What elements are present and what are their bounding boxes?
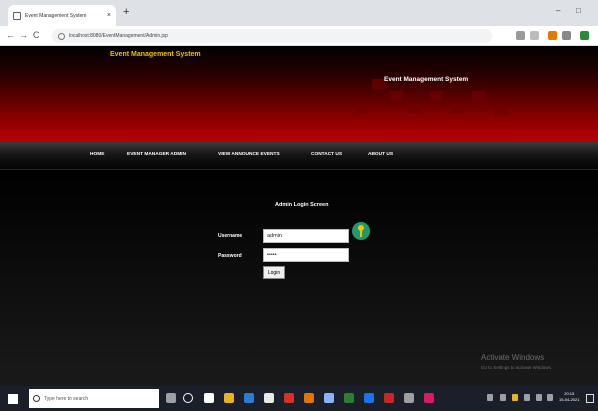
browser-tab-bar: Event Management System × + – □: [0, 0, 598, 26]
star-icon[interactable]: [530, 31, 539, 40]
task-view-icon[interactable]: [183, 393, 193, 403]
password-input[interactable]: [263, 248, 349, 262]
activation-watermark-text: Go to Settings to activate Windows.: [481, 365, 553, 370]
search-placeholder: Type here to search: [44, 395, 89, 402]
header-pattern: [472, 91, 485, 101]
header-pattern: [356, 103, 369, 113]
username-input[interactable]: [263, 229, 349, 243]
taskbar-clock[interactable]: 20:15 15-04-2021: [559, 391, 579, 403]
windows-taskbar: Type here to search 20:15 15-04-2021: [0, 386, 598, 411]
main-content: Admin Login Screen Username Password Log…: [0, 171, 598, 386]
page-icon: [13, 11, 21, 20]
header-pattern: [430, 91, 443, 101]
app-icon[interactable]: [424, 393, 434, 403]
main-nav: HOME EVENT MANAGER ADMIN VIEW ANNOUNCE E…: [0, 142, 598, 170]
key-icon[interactable]: [516, 31, 525, 40]
profile-icon[interactable]: [580, 31, 589, 40]
people-icon[interactable]: [487, 394, 493, 401]
store-icon[interactable]: [204, 393, 214, 403]
nav-home[interactable]: HOME: [90, 152, 104, 157]
extension-icon[interactable]: [548, 31, 557, 40]
tab-title: Event Management System: [25, 12, 87, 19]
app-icon[interactable]: [344, 393, 354, 403]
file-explorer-icon[interactable]: [224, 393, 234, 403]
nav-event-manager-admin[interactable]: EVENT MANAGER ADMIN: [127, 152, 186, 157]
edge-icon[interactable]: [244, 393, 254, 403]
word-icon[interactable]: [364, 393, 374, 403]
header-pattern: [408, 103, 421, 113]
username-label: Username: [218, 233, 243, 239]
header-pattern: [390, 91, 403, 101]
volume-icon[interactable]: [536, 394, 542, 401]
app-icon[interactable]: [284, 393, 294, 403]
microphone-icon[interactable]: [166, 393, 176, 403]
extension-icon[interactable]: [562, 31, 571, 40]
forward-button[interactable]: →: [19, 30, 28, 40]
maximize-button[interactable]: □: [576, 6, 581, 15]
key-icon: [352, 222, 370, 240]
back-button[interactable]: ←: [6, 30, 15, 40]
info-icon[interactable]: [58, 32, 65, 40]
minimize-button[interactable]: –: [556, 6, 560, 15]
taskbar-search[interactable]: Type here to search: [29, 389, 159, 408]
battery-icon[interactable]: [512, 394, 518, 401]
chevron-up-icon[interactable]: [500, 394, 506, 401]
login-heading: Admin Login Screen: [275, 202, 329, 208]
notification-icon[interactable]: [586, 394, 594, 403]
search-icon: [33, 395, 40, 402]
browser-toolbar: ← → C localhost:8080/EventManagement/Adm…: [0, 26, 598, 46]
address-bar[interactable]: localhost:8080/EventManagement/Admin.jsp: [52, 29, 492, 43]
header-pattern: [450, 103, 463, 113]
nav-about-us[interactable]: ABOUT US: [368, 152, 393, 157]
nav-view-announce-events[interactable]: VIEW ANNOUNCE EVENTS: [218, 152, 280, 157]
site-banner-title: Event Management System: [384, 76, 469, 83]
close-icon[interactable]: ×: [107, 12, 111, 19]
new-tab-button[interactable]: +: [123, 7, 129, 18]
reload-button[interactable]: C: [33, 30, 40, 40]
network-icon[interactable]: [524, 394, 530, 401]
password-label: Password: [218, 253, 242, 259]
app-icon[interactable]: [264, 393, 274, 403]
nav-contact-us[interactable]: CONTACT US: [311, 152, 342, 157]
browser-tab[interactable]: Event Management System ×: [8, 5, 116, 26]
clock-date: 15-04-2021: [559, 397, 580, 402]
url-text: localhost:8080/EventManagement/Admin.jsp: [69, 33, 168, 39]
app-icon[interactable]: [324, 393, 334, 403]
app-icon[interactable]: [304, 393, 314, 403]
app-icon[interactable]: [384, 393, 394, 403]
site-header: Event Management System Event Management…: [0, 47, 598, 142]
windows-start-icon[interactable]: [8, 394, 18, 404]
login-button[interactable]: Login: [263, 266, 285, 279]
app-icon[interactable]: [404, 393, 414, 403]
activation-watermark-title: Activate Windows: [481, 353, 545, 362]
site-title: Event Management System: [110, 51, 201, 58]
language-icon[interactable]: [547, 394, 553, 401]
header-pattern: [494, 105, 507, 115]
